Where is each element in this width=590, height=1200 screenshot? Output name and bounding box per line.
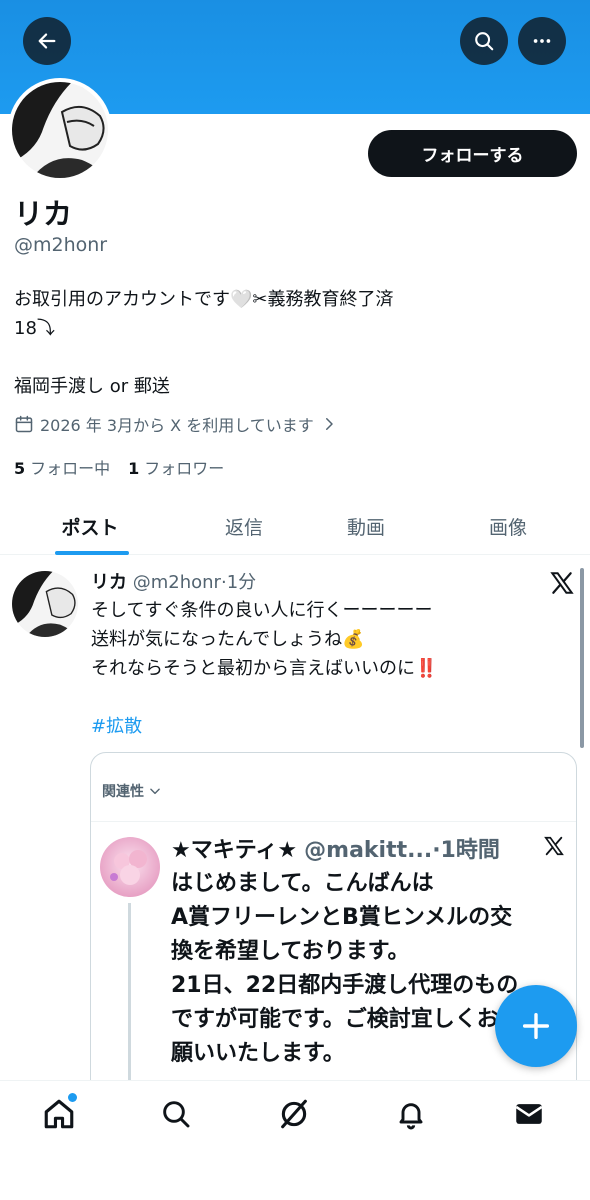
follow-counts: 5 フォロー中 1 フォロワー [14, 455, 224, 479]
bio-line [14, 343, 394, 372]
post-time[interactable]: 1分 [227, 572, 256, 593]
post-header: リカ @m2honr·1分 [91, 572, 257, 593]
tab-videos[interactable]: 動画 [308, 497, 424, 555]
bio-line: 福岡手渡し or 郵送 [14, 376, 170, 397]
tab-images[interactable]: 画像 [450, 497, 566, 555]
notification-dot [68, 1093, 77, 1102]
post-author-name[interactable]: リカ [91, 572, 127, 593]
back-button[interactable] [23, 17, 71, 65]
chevron-right-icon [325, 418, 333, 430]
post-avatar[interactable] [12, 571, 78, 637]
mail-icon [515, 1104, 543, 1124]
tab-replies[interactable]: 返信 [186, 497, 302, 555]
calendar-icon [15, 415, 33, 433]
profile-display-name: リカ [14, 197, 73, 231]
avatar-illustration [12, 82, 108, 178]
reply-time[interactable]: 1時間 [441, 838, 500, 863]
divider [91, 821, 576, 822]
search-icon [475, 32, 494, 51]
arrow-left-icon [38, 33, 56, 49]
reply-avatar[interactable] [100, 837, 160, 897]
followers-link[interactable]: 1 フォロワー [128, 455, 224, 479]
reply-line: A賞フリーレンとB賞ヒンメルの交 [171, 905, 513, 930]
bio-line: 18⤵︎ [14, 318, 55, 339]
post-line: 送料が気になったんでしょうね💰 [91, 629, 365, 650]
x-logo-icon [550, 572, 574, 594]
followers-label: フォロワー [144, 459, 225, 478]
nav-grok[interactable] [276, 1096, 312, 1132]
thread-line [128, 903, 131, 1080]
compose-button[interactable] [495, 985, 577, 1067]
grok-icon [281, 1099, 307, 1129]
post-line: それならそうと最初から言えばいいのに‼️ [91, 658, 438, 679]
avatar-illustration [12, 571, 78, 637]
relevance-sort-button[interactable]: 関連性 [102, 781, 162, 801]
home-icon [44, 1099, 74, 1129]
plus-icon [522, 1012, 550, 1040]
profile-tabs: ポスト 返信 動画 画像 [0, 497, 590, 555]
follow-button[interactable]: フォローする [368, 130, 577, 177]
profile-handle: @m2honr [14, 234, 108, 256]
tab-label: 返信 [224, 516, 263, 539]
tab-label: 動画 [346, 516, 385, 539]
x-logo-icon [544, 836, 564, 856]
post-line [91, 683, 437, 712]
following-count: 5 [14, 459, 26, 478]
more-horizontal-icon [533, 39, 551, 43]
tab-posts[interactable]: ポスト [28, 497, 152, 555]
nav-notifications[interactable] [393, 1096, 429, 1132]
profile-avatar[interactable] [8, 78, 112, 182]
relevance-label: 関連性 [102, 784, 144, 800]
post-line: そしてすぐ条件の良い人に行くーーーーー [91, 600, 433, 621]
avatar-illustration [100, 837, 160, 897]
more-button[interactable] [518, 17, 566, 65]
reply-line: はじめまして。こんばんは [171, 871, 434, 896]
profile-bio: お取引用のアカウントです🤍✂︎義務教育終了済 18⤵︎ 福岡手渡し or 郵送 [14, 285, 394, 401]
tab-label: ポスト [61, 516, 119, 539]
joined-date-link[interactable]: 2026 年 3月から X を利用しています [14, 412, 344, 436]
followers-count: 1 [128, 459, 140, 478]
reply-header: ★マキティ★ @makitt...·1時間 [171, 838, 500, 863]
post-text: そしてすぐ条件の良い人に行くーーーーー 送料が気になったんでしょうね💰 それなら… [91, 596, 437, 741]
following-label: フォロー中 [30, 459, 111, 478]
tab-label: 画像 [488, 516, 527, 539]
following-link[interactable]: 5 フォロー中 [14, 455, 110, 479]
bell-icon [399, 1103, 423, 1130]
nav-messages[interactable] [511, 1096, 547, 1132]
scrollbar[interactable] [580, 568, 584, 748]
post-author-handle[interactable]: @m2honr [133, 572, 221, 593]
reply-author-name[interactable]: ★マキティ★ [171, 838, 297, 863]
chevron-down-icon [150, 788, 160, 795]
joined-text: 2026 年 3月から X を利用しています [40, 416, 314, 435]
bottom-nav [0, 1080, 590, 1200]
bio-line: お取引用のアカウントです🤍✂︎義務教育終了済 [14, 289, 394, 310]
nav-search[interactable] [158, 1096, 194, 1132]
search-button[interactable] [460, 17, 508, 65]
reply-author-handle[interactable]: @makitt... [304, 838, 432, 863]
reply-line: 換を希望しております。 [171, 939, 410, 964]
post-hashtag[interactable]: #拡散 [91, 712, 437, 741]
active-tab-indicator [55, 551, 129, 555]
search-icon [163, 1101, 190, 1128]
